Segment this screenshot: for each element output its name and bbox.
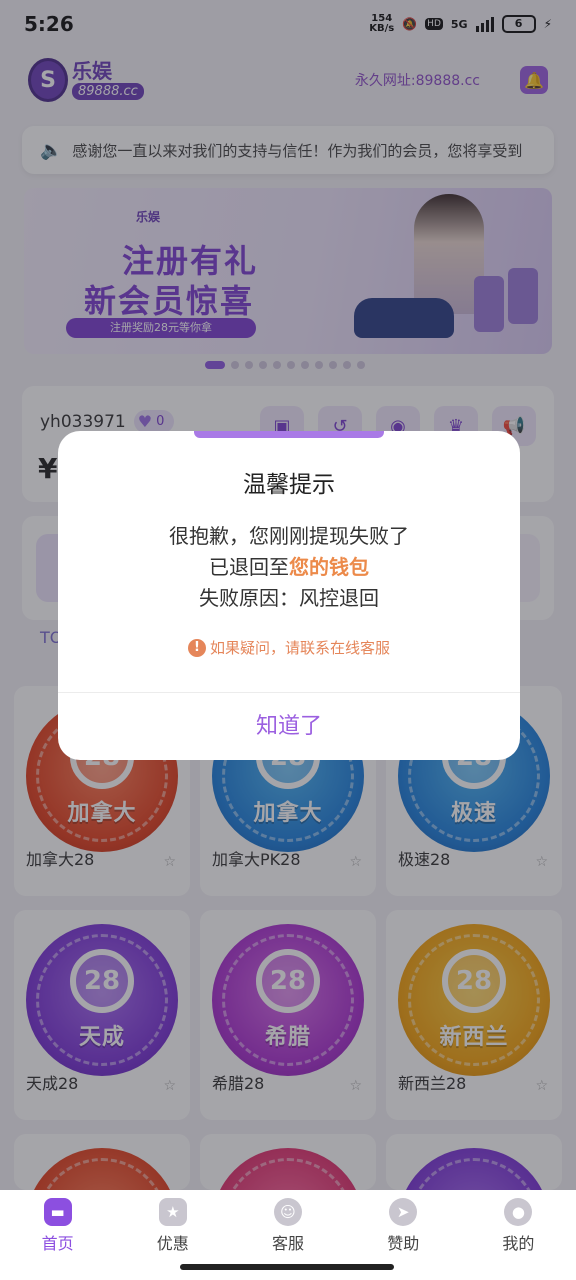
dialog-ok-button[interactable]: 知道了 <box>58 693 520 760</box>
nav-home[interactable]: ▬ 首页 <box>0 1190 115 1280</box>
dialog-accent-bar <box>194 431 384 438</box>
wallet-highlight: 您的钱包 <box>289 555 369 579</box>
user-icon: ● <box>504 1198 533 1226</box>
dialog-line-2-prefix: 已退回至 <box>209 555 289 579</box>
dialog-line-1: 很抱歉，您刚刚提现失败了 <box>169 524 409 548</box>
dialog-line-2: 已退回至您的钱包 <box>58 552 520 583</box>
compass-icon: ➤ <box>389 1198 418 1226</box>
dialog-line-3: 失败原因：风控退回 <box>199 586 379 610</box>
alert-icon: ! <box>187 638 206 657</box>
star-bookmark-icon: ★ <box>158 1198 187 1226</box>
withdrawal-failed-dialog: 温馨提示 很抱歉，您刚刚提现失败了 已退回至您的钱包 失败原因：风控退回 ! 如… <box>58 431 520 760</box>
dialog-title: 温馨提示 <box>243 472 335 498</box>
nav-sponsor-label: 赞助 <box>387 1234 420 1253</box>
nav-support-label: 客服 <box>272 1234 305 1253</box>
dialog-notice: ! 如果疑问，请联系在线客服 <box>58 637 520 658</box>
home-indicator <box>180 1264 394 1270</box>
home-icon: ▬ <box>43 1198 72 1226</box>
nav-profile[interactable]: ● 我的 <box>461 1190 576 1280</box>
chat-smile-icon: ☺ <box>274 1198 302 1226</box>
nav-home-label: 首页 <box>41 1234 74 1253</box>
dialog-message: 很抱歉，您刚刚提现失败了 已退回至您的钱包 失败原因：风控退回 <box>58 521 520 614</box>
nav-promotions-label: 优惠 <box>156 1234 189 1253</box>
nav-profile-label: 我的 <box>502 1234 535 1253</box>
dialog-notice-text: 如果疑问，请联系在线客服 <box>209 639 390 657</box>
